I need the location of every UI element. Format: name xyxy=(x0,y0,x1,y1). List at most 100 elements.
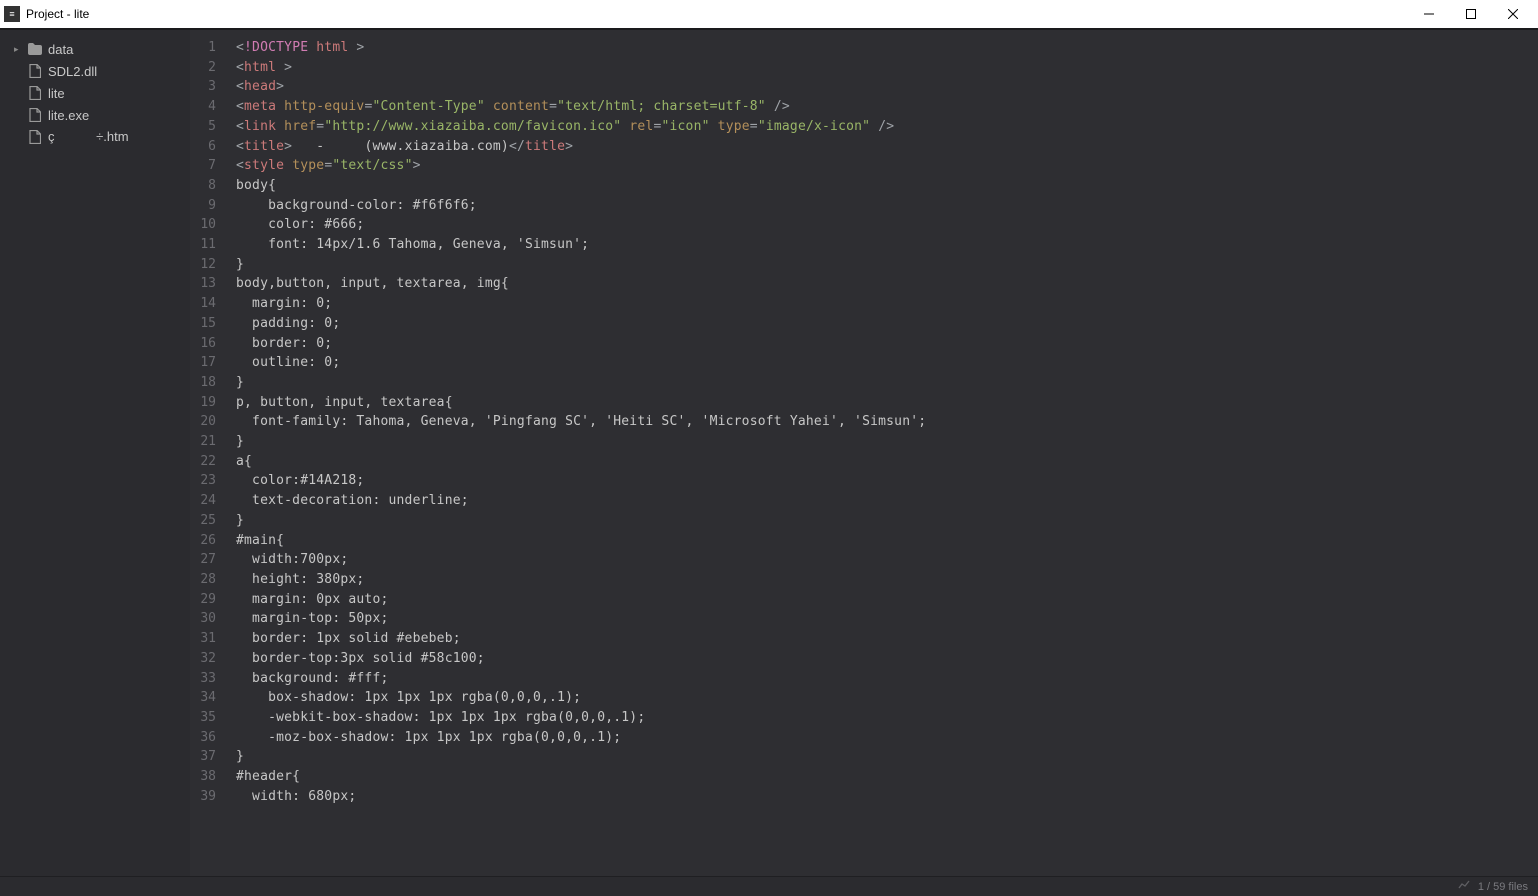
line-number: 5 xyxy=(190,117,216,137)
code-line[interactable]: margin: 0; xyxy=(236,294,1538,314)
editor[interactable]: 1234567891011121314151617181920212223242… xyxy=(190,30,1538,876)
code-line[interactable]: box-shadow: 1px 1px 1px rgba(0,0,0,.1); xyxy=(236,688,1538,708)
code-line[interactable]: <!DOCTYPE html > xyxy=(236,38,1538,58)
code-line[interactable]: p, button, input, textarea{ xyxy=(236,393,1538,413)
code-line[interactable]: #main{ xyxy=(236,531,1538,551)
line-number: 29 xyxy=(190,590,216,610)
line-number: 39 xyxy=(190,787,216,807)
line-number: 37 xyxy=(190,747,216,767)
code-line[interactable]: border: 1px solid #ebebeb; xyxy=(236,629,1538,649)
chevron-right-icon[interactable]: ▸ xyxy=(14,44,26,55)
code-line[interactable]: border: 0; xyxy=(236,334,1538,354)
code-line[interactable]: -moz-box-shadow: 1px 1px 1px rgba(0,0,0,… xyxy=(236,728,1538,748)
titlebar: ≡ Project - lite xyxy=(0,0,1538,28)
tree-file[interactable]: lite xyxy=(0,82,190,104)
close-button[interactable] xyxy=(1492,0,1534,28)
line-gutter: 1234567891011121314151617181920212223242… xyxy=(190,30,228,876)
window-controls xyxy=(1408,0,1534,28)
line-number: 14 xyxy=(190,294,216,314)
line-number: 33 xyxy=(190,669,216,689)
indexing-icon xyxy=(1458,879,1470,894)
file-tree[interactable]: ▸ data SDL2.dll lite lite.exe ç÷.htm xyxy=(0,30,190,876)
code-line[interactable]: body,button, input, textarea, img{ xyxy=(236,274,1538,294)
line-number: 23 xyxy=(190,471,216,491)
code-line[interactable]: padding: 0; xyxy=(236,314,1538,334)
line-number: 34 xyxy=(190,688,216,708)
code-line[interactable]: } xyxy=(236,747,1538,767)
tree-item-label: lite.exe xyxy=(48,108,89,123)
code-line[interactable]: } xyxy=(236,432,1538,452)
code-line[interactable]: } xyxy=(236,511,1538,531)
tree-file[interactable]: SDL2.dll xyxy=(0,60,190,82)
tree-item-label: ç÷.htm xyxy=(48,129,129,146)
indexing-status: 1 / 59 files xyxy=(1478,881,1528,893)
minimize-button[interactable] xyxy=(1408,0,1450,28)
line-number: 15 xyxy=(190,314,216,334)
window-title: Project - lite xyxy=(26,7,1408,21)
code-line[interactable]: width:700px; xyxy=(236,550,1538,570)
code-line[interactable]: height: 380px; xyxy=(236,570,1538,590)
tree-file[interactable]: lite.exe xyxy=(0,104,190,126)
line-number: 11 xyxy=(190,235,216,255)
code-line[interactable]: margin-top: 50px; xyxy=(236,609,1538,629)
code-line[interactable]: -webkit-box-shadow: 1px 1px 1px rgba(0,0… xyxy=(236,708,1538,728)
tree-folder[interactable]: ▸ data xyxy=(0,38,190,60)
line-number: 10 xyxy=(190,215,216,235)
code-line[interactable]: #header{ xyxy=(236,767,1538,787)
line-number: 12 xyxy=(190,255,216,275)
code-line[interactable]: <head> xyxy=(236,77,1538,97)
code-line[interactable]: background-color: #f6f6f6; xyxy=(236,196,1538,216)
code-line[interactable]: border-top:3px solid #58c100; xyxy=(236,649,1538,669)
folder-icon xyxy=(26,43,44,55)
line-number: 2 xyxy=(190,58,216,78)
line-number: 17 xyxy=(190,353,216,373)
tree-item-label: data xyxy=(48,42,73,57)
line-number: 13 xyxy=(190,274,216,294)
code-line[interactable]: <link href="http://www.xiazaiba.com/favi… xyxy=(236,117,1538,137)
code-line[interactable]: background: #fff; xyxy=(236,669,1538,689)
code-line[interactable]: font-family: Tahoma, Geneva, 'Pingfang S… xyxy=(236,412,1538,432)
line-number: 31 xyxy=(190,629,216,649)
code-line[interactable]: font: 14px/1.6 Tahoma, Geneva, 'Simsun'; xyxy=(236,235,1538,255)
line-number: 24 xyxy=(190,491,216,511)
line-number: 21 xyxy=(190,432,216,452)
code-line[interactable]: color: #666; xyxy=(236,215,1538,235)
line-number: 18 xyxy=(190,373,216,393)
code-line[interactable]: width: 680px; xyxy=(236,787,1538,807)
tree-item-label: SDL2.dll xyxy=(48,64,97,79)
line-number: 6 xyxy=(190,137,216,157)
line-number: 9 xyxy=(190,196,216,216)
line-number: 25 xyxy=(190,511,216,531)
line-number: 7 xyxy=(190,156,216,176)
code-line[interactable]: margin: 0px auto; xyxy=(236,590,1538,610)
line-number: 36 xyxy=(190,728,216,748)
line-number: 26 xyxy=(190,531,216,551)
line-number: 3 xyxy=(190,77,216,97)
line-number: 20 xyxy=(190,412,216,432)
main-area: ▸ data SDL2.dll lite lite.exe ç÷.htm 12 34… xyxy=(0,30,1538,876)
code-line[interactable]: } xyxy=(236,255,1538,275)
code-line[interactable]: outline: 0; xyxy=(236,353,1538,373)
file-icon xyxy=(26,64,44,78)
app-icon: ≡ xyxy=(4,6,20,22)
code-area[interactable]: <!DOCTYPE html ><html ><head><meta http-… xyxy=(228,30,1538,876)
code-line[interactable]: <style type="text/css"> xyxy=(236,156,1538,176)
code-line[interactable]: } xyxy=(236,373,1538,393)
code-line[interactable]: color:#14A218; xyxy=(236,471,1538,491)
line-number: 38 xyxy=(190,767,216,787)
code-line[interactable]: a{ xyxy=(236,452,1538,472)
maximize-button[interactable] xyxy=(1450,0,1492,28)
tree-file[interactable]: ç÷.htm xyxy=(0,126,190,148)
code-line[interactable]: <meta http-equiv="Content-Type" content=… xyxy=(236,97,1538,117)
line-number: 16 xyxy=(190,334,216,354)
line-number: 19 xyxy=(190,393,216,413)
line-number: 35 xyxy=(190,708,216,728)
code-line[interactable]: <html > xyxy=(236,58,1538,78)
file-icon xyxy=(26,108,44,122)
line-number: 8 xyxy=(190,176,216,196)
line-number: 22 xyxy=(190,452,216,472)
code-line[interactable]: text-decoration: underline; xyxy=(236,491,1538,511)
code-line[interactable]: <title> - (www.xiazaiba.com)</title> xyxy=(236,137,1538,157)
code-line[interactable]: body{ xyxy=(236,176,1538,196)
line-number: 32 xyxy=(190,649,216,669)
